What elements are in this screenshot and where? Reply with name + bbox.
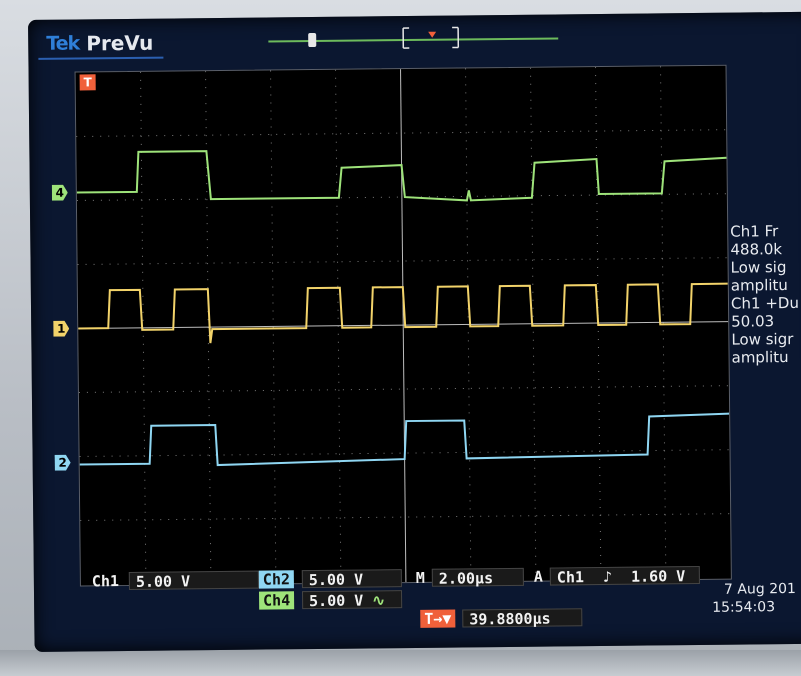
ch4-ground-marker[interactable]: 4 (52, 185, 68, 201)
ch4-trace (76, 150, 727, 202)
measurement-line-6: 50.03 (731, 312, 775, 331)
time-label: M (415, 568, 425, 587)
ch2-trace (79, 412, 730, 467)
datetime: 7 Aug 201 15:54:03 (712, 580, 796, 617)
horizontal-position-icon: T→▼ (420, 609, 456, 628)
header-underline (38, 56, 164, 60)
ch1-ground-marker[interactable]: 1 (53, 321, 69, 337)
waveform-display: T (74, 64, 732, 587)
screen-header: Tek PreVu (38, 20, 798, 64)
time-scale-readout[interactable]: 2.00µs (431, 567, 524, 588)
measurement-panel: Ch1 Fr 488.0k Low sig amplitu Ch1 +Du 50… (730, 222, 800, 367)
ch4-coupling-icon: ∿ (372, 591, 385, 610)
ch2-ground-marker[interactable]: 2 (55, 455, 71, 471)
measurement-line-5: Ch1 +Du (730, 293, 800, 313)
date-readout: 7 Aug 201 (723, 580, 796, 598)
mode-label: PreVu (86, 30, 154, 56)
measurement-line-1: Ch1 Fr (730, 222, 779, 241)
ch4-scale: 5.00 V (309, 591, 364, 611)
measurement-line-4: amplitu (730, 276, 788, 295)
ch4-readout-label: Ch4 (258, 591, 295, 610)
measurement-line-2: 488.0k (730, 240, 783, 259)
ch2-scale-readout[interactable]: 5.00 V (301, 569, 402, 589)
trigger-marker: T (79, 74, 96, 91)
bezel-bottom-edge (0, 650, 801, 676)
measurement-line-3: Low sig (730, 258, 787, 277)
ch1-readout-label: Ch1 (91, 572, 120, 591)
record-window-handle[interactable] (308, 33, 317, 48)
trigger-source: Ch1 (556, 568, 585, 587)
ch1-trace (78, 282, 728, 344)
ch1-scale-readout[interactable]: 5.00 V (128, 570, 259, 591)
trigger-position-icon (428, 31, 437, 38)
trigger-readout[interactable]: Ch1 ♪ 1.60 V (549, 565, 700, 587)
record-position-bar[interactable] (268, 24, 588, 51)
trigger-slope-icon: ♪ (602, 567, 613, 587)
time-readout: 15:54:03 (712, 599, 776, 616)
horizontal-position-readout[interactable]: 39.8800µs (462, 608, 583, 628)
trigger-label: A (533, 567, 543, 586)
ch2-readout-label: Ch2 (258, 570, 295, 589)
measurement-line-7: Low sigr (731, 330, 794, 349)
waveform-traces (76, 150, 730, 467)
oscilloscope-screen: Tek PreVu T 4 1 2 Ch1 5.00 V Ch2 5.00 V … (28, 11, 801, 652)
measurement-line-8: amplitu (731, 348, 789, 367)
ch4-scale-readout[interactable]: 5.00 V ∿ (301, 590, 403, 611)
brand-logo: Tek (46, 32, 80, 55)
trigger-level: 1.60 V (630, 567, 686, 586)
